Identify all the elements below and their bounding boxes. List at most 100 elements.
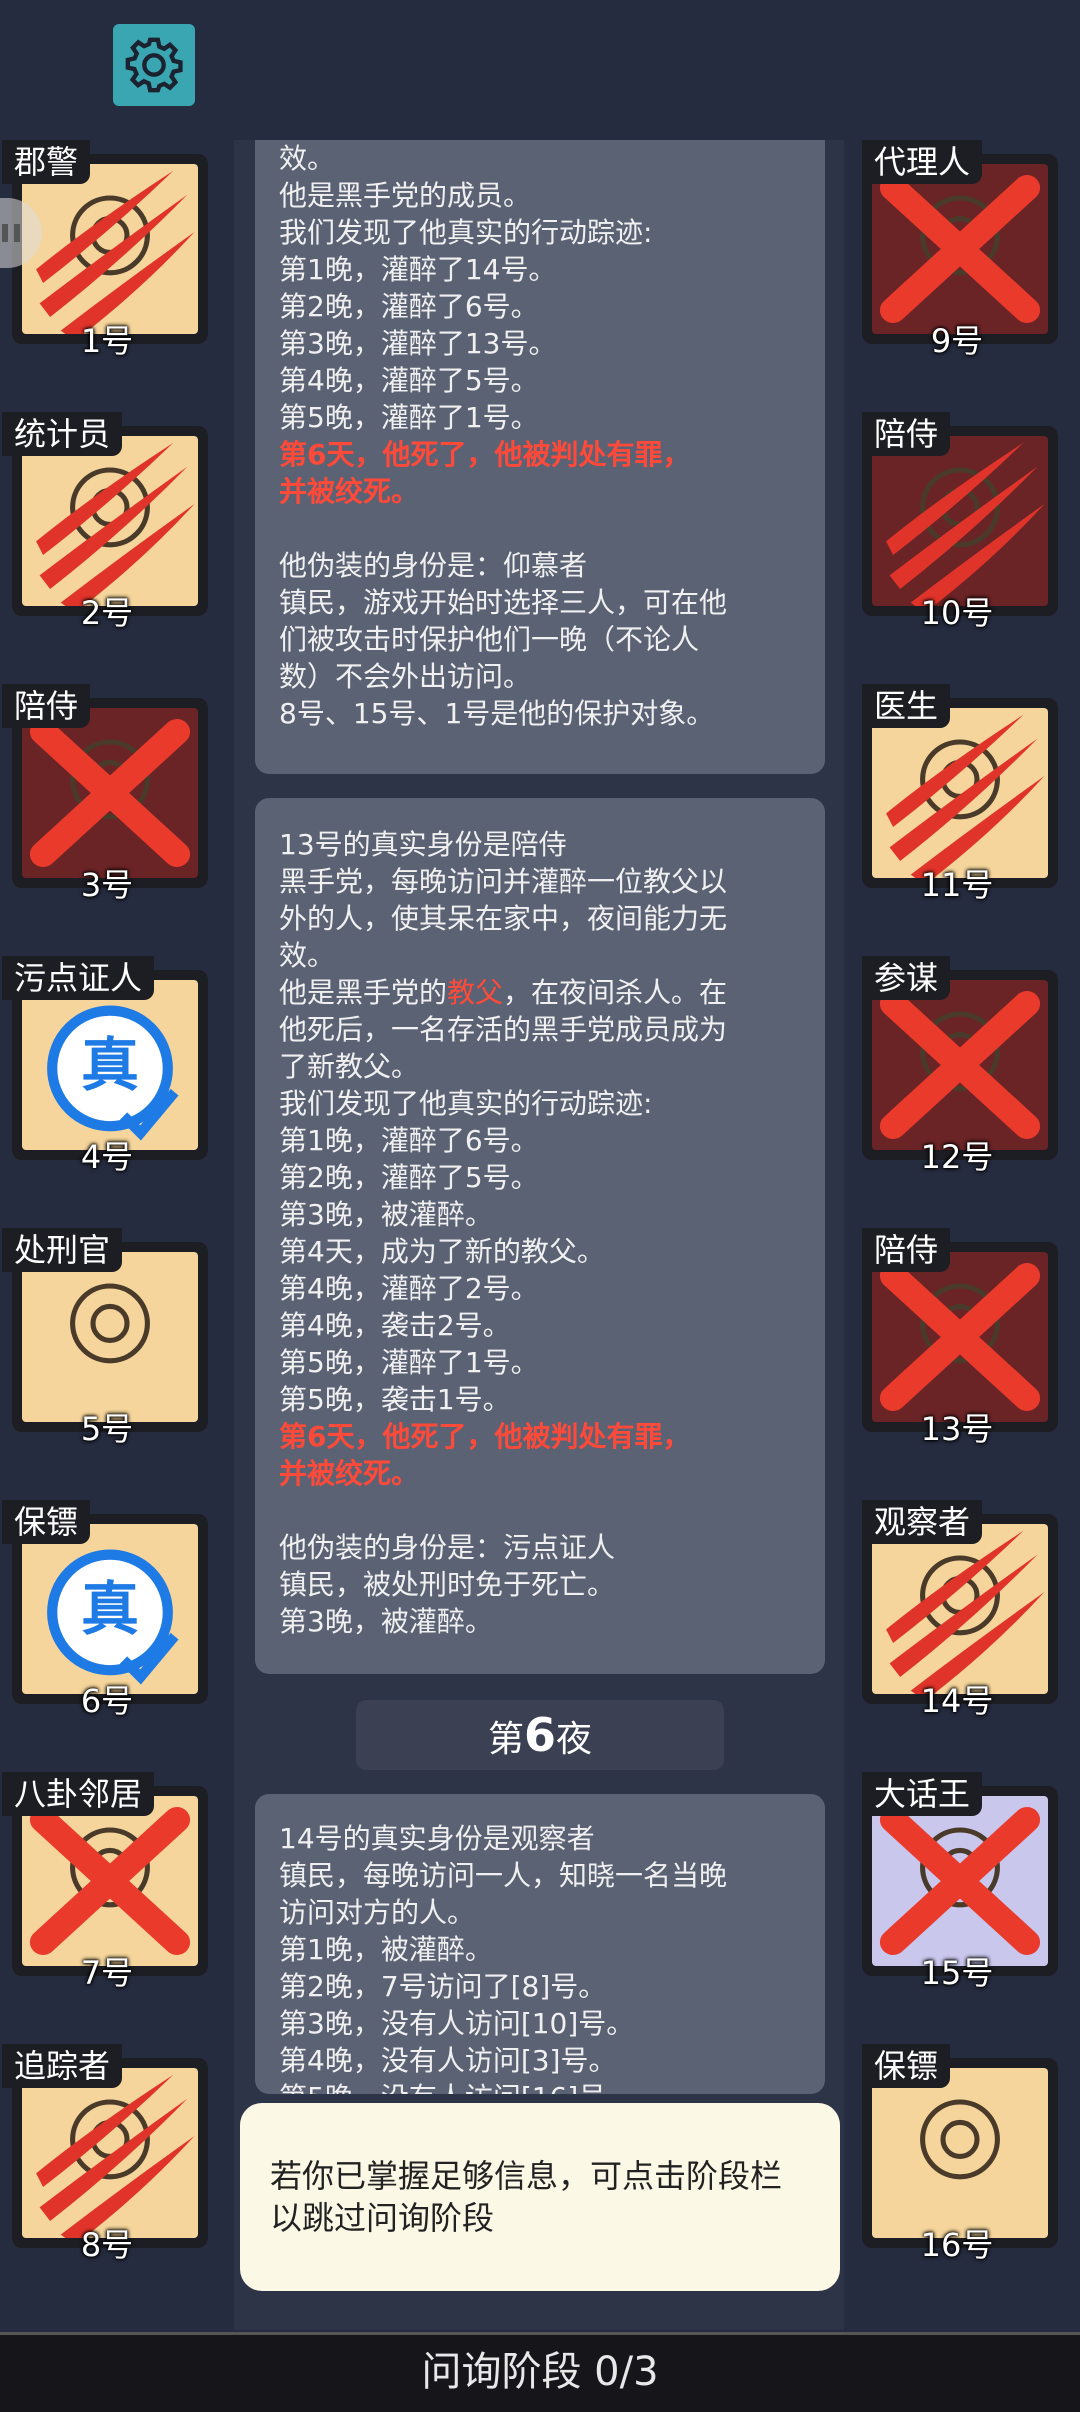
player-card[interactable]: 真 污点证人 4号 <box>2 956 212 1176</box>
player-number: 12号 <box>920 1138 994 1176</box>
message-line: 8号、15号、1号是他的保护对象。 <box>279 697 715 730</box>
message-line: 第4晚，袭击2号。 <box>279 1309 511 1342</box>
message-line: 并被绞死。 <box>279 475 420 508</box>
player-portrait <box>22 1796 198 1966</box>
player-card[interactable]: 医生 11号 <box>852 684 1062 904</box>
cross-mark-icon <box>879 1263 1041 1411</box>
pause-handle[interactable] <box>0 198 42 268</box>
player-number: 3号 <box>80 866 134 904</box>
message-line: 第5晚，袭击1号。 <box>279 1383 511 1416</box>
player-card[interactable]: 统计员 2号 <box>2 412 212 632</box>
role-label: 代理人 <box>862 140 983 184</box>
player-portrait <box>872 1524 1048 1694</box>
claw-mark-icon <box>886 442 1045 606</box>
player-card[interactable]: 大话王 15号 <box>852 1772 1062 1992</box>
message-line: 镇民，被处刑时免于死亡。 <box>279 1568 616 1601</box>
message-line: 他伪装的身份是：污点证人 <box>279 1531 616 1564</box>
player-number: 16号 <box>920 2226 994 2264</box>
role-label: 保镖 <box>2 1500 91 1544</box>
message-line: 我们发现了他真实的行动踪迹: <box>279 1087 653 1120</box>
message-line: 第6天，他死了，他被判处有罪， <box>279 1420 691 1453</box>
player-number: 11号 <box>920 866 994 904</box>
message-line: 镇民，每晚访问一人，知晓一名当晚 <box>279 1859 728 1892</box>
claw-mark-icon <box>886 714 1045 878</box>
player-card[interactable]: 处刑官 5号 <box>2 1228 212 1448</box>
claw-mark-icon <box>36 442 195 606</box>
role-label: 污点证人 <box>2 956 155 1000</box>
player-card[interactable]: 真 保镖 6号 <box>2 1500 212 1720</box>
message-line: 了新教父。 <box>279 1050 420 1083</box>
player-portrait <box>872 1796 1048 1966</box>
message-line: 我们发现了他真实的行动踪迹: <box>279 216 653 249</box>
verified-badge-text: 真 <box>80 1575 139 1643</box>
message-line: 第5晚，没有人访问[16]号。 <box>279 2079 801 2094</box>
role-label: 八卦邻居 <box>2 1772 155 1816</box>
role-label: 参谋 <box>862 956 951 1000</box>
hint-tooltip: 若你已掌握足够信息，可点击阶段栏以跳过问询阶段 <box>240 2103 840 2291</box>
claw-mark-icon <box>36 170 195 334</box>
player-number: 1号 <box>80 322 134 360</box>
player-portrait <box>22 2068 198 2238</box>
player-number: 4号 <box>80 1138 134 1176</box>
claw-mark-icon <box>886 1530 1045 1694</box>
player-card[interactable]: 代理人 9号 <box>852 140 1062 360</box>
player-card[interactable]: 保镖 16号 <box>852 2044 1062 2264</box>
message-line: 第2晚，灌醉了6号。 <box>279 290 539 323</box>
reveal-message-card: 效。 他是黑手党的成员。 我们发现了他真实的行动踪迹: 第1晚，灌醉了14号。 第2晚，… <box>255 140 825 774</box>
message-line: 14号的真实身份是观察者 <box>279 1822 595 1855</box>
cross-mark-icon <box>29 1807 191 1955</box>
settings-button[interactable] <box>113 24 195 106</box>
message-line: 效。 <box>279 939 336 972</box>
message-line: 第4天，成为了新的教父。 <box>279 1235 605 1268</box>
role-label: 医生 <box>862 684 951 728</box>
role-label: 大话王 <box>862 1772 983 1816</box>
player-number: 13号 <box>920 1410 994 1448</box>
cross-mark-icon <box>879 991 1041 1139</box>
player-card[interactable]: 陪侍 13号 <box>852 1228 1062 1448</box>
player-number: 14号 <box>920 1682 994 1720</box>
role-label: 保镖 <box>862 2044 951 2088</box>
player-card[interactable]: 八卦邻居 7号 <box>2 1772 212 1992</box>
cross-mark-icon <box>29 719 191 867</box>
role-portrait-icon <box>920 2099 1000 2180</box>
message-line: 外的人，使其呆在家中，夜间能力无 <box>279 902 728 935</box>
message-line: 第2晚，7号访问了[8]号。 <box>279 1970 607 2003</box>
message-line: 们被攻击时保护他们一晚（不论人 <box>279 623 700 656</box>
role-label: 观察者 <box>862 1500 983 1544</box>
player-card[interactable]: 参谋 12号 <box>852 956 1062 1176</box>
message-line: 黑手党，每晚访问并灌醉一位教父以 <box>279 865 728 898</box>
player-number: 9号 <box>930 322 984 360</box>
role-label: 处刑官 <box>2 1228 123 1272</box>
role-label: 郡警 <box>2 140 91 184</box>
player-number: 15号 <box>920 1954 994 1992</box>
player-card[interactable]: 陪侍 3号 <box>2 684 212 904</box>
phase-label: 问询阶段 0/3 <box>421 2349 659 2395</box>
player-card[interactable]: 追踪者 8号 <box>2 2044 212 2264</box>
message-line: 第4晚，灌醉了5号。 <box>279 364 539 397</box>
player-number: 10号 <box>920 594 994 632</box>
player-number: 5号 <box>80 1410 134 1448</box>
message-line: 第5晚，灌醉了1号。 <box>279 1346 539 1379</box>
message-line: 第1晚，被灌醉。 <box>279 1933 493 1966</box>
player-portrait <box>22 708 198 878</box>
role-label: 陪侍 <box>862 412 951 456</box>
message-line: 13号的真实身份是陪侍 <box>279 828 567 861</box>
player-portrait <box>22 1252 198 1422</box>
phase-bar[interactable]: 问询阶段 0/3 <box>0 2332 1080 2412</box>
role-label: 陪侍 <box>862 1228 951 1272</box>
player-portrait <box>22 436 198 606</box>
player-portrait <box>872 1252 1048 1422</box>
message-line: 第3晚，被灌醉。 <box>279 1198 493 1231</box>
player-portrait <box>872 708 1048 878</box>
player-number: 8号 <box>80 2226 134 2264</box>
gear-icon <box>125 37 183 93</box>
player-number: 2号 <box>80 594 134 632</box>
player-card[interactable]: 陪侍 10号 <box>852 412 1062 632</box>
player-card[interactable]: 观察者 14号 <box>852 1500 1062 1720</box>
cross-mark-icon <box>879 175 1041 323</box>
message-line: 第5晚，灌醉了1号。 <box>279 401 539 434</box>
role-label: 陪侍 <box>2 684 91 728</box>
player-portrait: 真 <box>22 1524 198 1694</box>
message-line: 第6天，他死了，他被判处有罪， <box>279 438 691 471</box>
message-line: 第3晚，被灌醉。 <box>279 1605 493 1638</box>
